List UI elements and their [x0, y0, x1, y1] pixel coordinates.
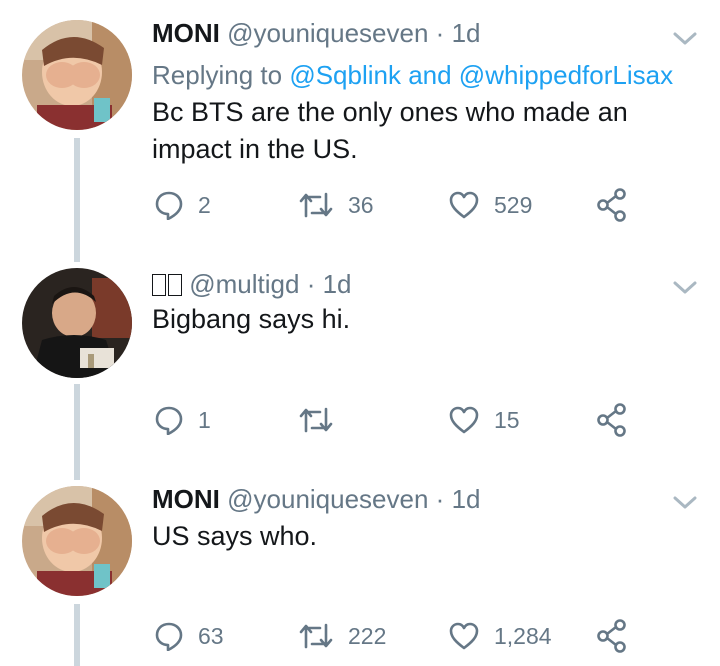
person-covering-face-avatar-icon: [22, 20, 132, 130]
heart-icon: [449, 191, 479, 219]
replying-to: Replying to @Sqblink and @whippedforLisa…: [152, 58, 673, 92]
like-count: 1,284: [494, 622, 552, 649]
replying-to-label: Replying to: [152, 60, 290, 90]
user-handle[interactable]: @youniqueseven: [227, 484, 428, 514]
separator-dot: ·: [306, 269, 316, 299]
like-button[interactable]: 529: [448, 185, 532, 225]
share-button[interactable]: [596, 400, 628, 440]
user-handle[interactable]: @youniqueseven: [227, 18, 428, 48]
avatar[interactable]: [22, 486, 132, 596]
tweet-text-line: Bigbang says hi.: [152, 304, 351, 334]
share-icon: [597, 619, 626, 653]
timestamp[interactable]: 1d: [452, 484, 481, 514]
share-icon: [597, 188, 626, 222]
retweet-count: 222: [348, 622, 387, 649]
tweet-actions: 1 15: [152, 400, 652, 440]
avatar[interactable]: [22, 268, 132, 378]
tweet-header: @multigd · 1d: [152, 267, 352, 301]
tweet-text-line: impact in the US.: [152, 134, 358, 164]
reply-button[interactable]: 2: [154, 185, 211, 225]
like-button[interactable]: 15: [448, 400, 520, 440]
reply-icon: [155, 622, 183, 651]
retweet-icon: [299, 623, 333, 649]
tweet-text-line: US says who.: [152, 521, 318, 551]
tweet-header: MONI @youniqueseven · 1d: [152, 16, 481, 50]
tweet-text: Bc BTS are the only ones who made an imp…: [152, 94, 692, 168]
retweet-icon: [299, 407, 333, 433]
retweet-count: 36: [348, 191, 374, 218]
heart-icon: [449, 406, 479, 434]
tweet-actions: 2 36 529: [152, 185, 652, 225]
tweet[interactable]: MONI @youniqueseven · 1d Replying to @Sq…: [0, 0, 720, 260]
reply-button[interactable]: 63: [154, 616, 224, 656]
reply-count: 2: [198, 191, 211, 218]
retweet-button[interactable]: 36: [298, 185, 374, 225]
name-glyph: [152, 274, 166, 296]
tweet-header: MONI @youniqueseven · 1d: [152, 482, 481, 516]
like-button[interactable]: 1,284: [448, 616, 552, 656]
tweet-actions: 63 222 1,284: [152, 616, 652, 656]
separator-dot: ·: [435, 18, 445, 48]
separator-dot: ·: [435, 484, 445, 514]
tweet[interactable]: @multigd · 1d Bigbang says hi. 1 15: [0, 262, 720, 482]
reply-icon: [155, 406, 183, 435]
share-button[interactable]: [596, 616, 628, 656]
person-covering-face-avatar-icon: [22, 486, 132, 596]
chevron-down-icon[interactable]: [672, 30, 698, 48]
retweet-button[interactable]: 222: [298, 616, 386, 656]
person-laughing-avatar-icon: [22, 268, 132, 378]
chevron-down-icon[interactable]: [672, 279, 698, 297]
reply-button[interactable]: 1: [154, 400, 211, 440]
tweet[interactable]: MONI @youniqueseven · 1d US says who. 63…: [0, 482, 720, 666]
display-name[interactable]: MONI: [152, 484, 220, 514]
share-button[interactable]: [596, 185, 628, 225]
tweet-text: Bigbang says hi.: [152, 301, 692, 338]
retweet-icon: [299, 192, 333, 218]
timestamp[interactable]: 1d: [452, 18, 481, 48]
tweet-text: US says who.: [152, 518, 692, 555]
replying-to-link[interactable]: @Sqblink and @whippedforLisax: [289, 60, 673, 90]
reply-count: 1: [198, 406, 211, 433]
name-glyph: [168, 274, 182, 296]
display-name[interactable]: [152, 269, 182, 299]
heart-icon: [449, 622, 479, 650]
timestamp[interactable]: 1d: [323, 269, 352, 299]
chevron-down-icon[interactable]: [672, 494, 698, 512]
retweet-button[interactable]: [298, 400, 348, 440]
like-count: 529: [494, 191, 533, 218]
like-count: 15: [494, 406, 520, 433]
share-icon: [597, 403, 626, 437]
avatar[interactable]: [22, 20, 132, 130]
reply-count: 63: [198, 622, 224, 649]
tweet-text-line: Bc BTS are the only ones who made an: [152, 97, 628, 127]
display-name[interactable]: MONI: [152, 18, 220, 48]
reply-icon: [155, 191, 183, 220]
user-handle[interactable]: @multigd: [189, 269, 299, 299]
